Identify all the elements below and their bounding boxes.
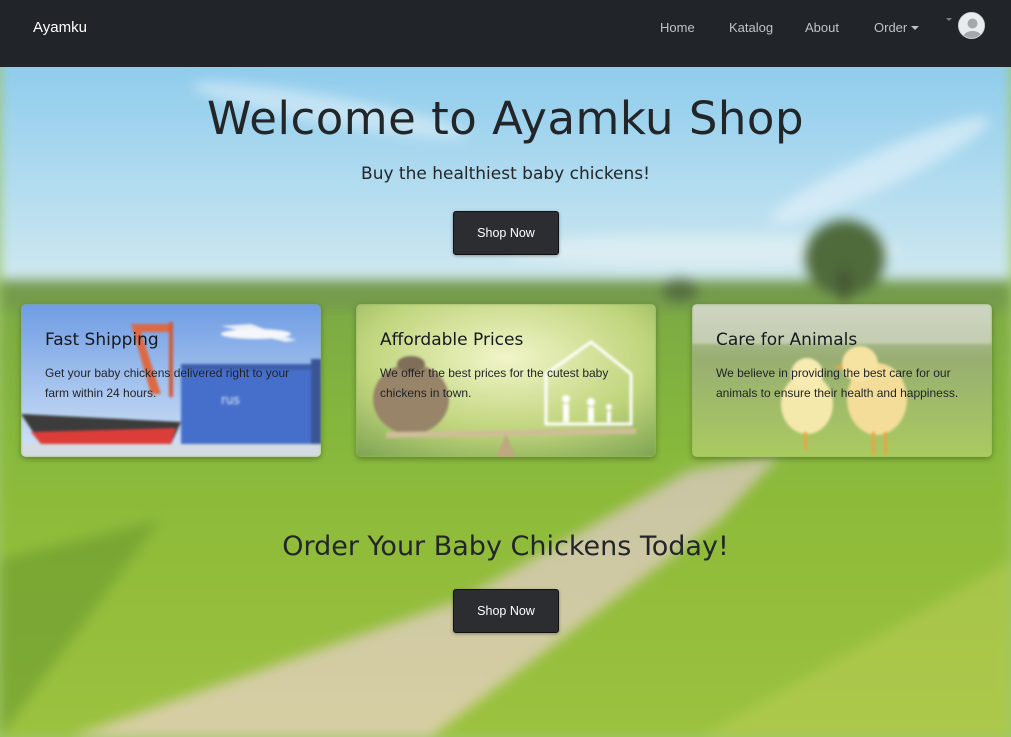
- nav-dropdown-order[interactable]: Order: [874, 20, 920, 35]
- brand-logo[interactable]: Ayamku: [33, 19, 87, 36]
- hero-title: Welcome to Ayamku Shop: [206, 92, 805, 145]
- feature-title: Care for Animals: [716, 330, 858, 350]
- feature-title: Fast Shipping: [45, 330, 159, 350]
- feature-card-care-for-animals: Care for Animals We believe in providing…: [692, 304, 992, 457]
- hero-shop-now-button[interactable]: Shop Now: [453, 211, 559, 255]
- user-menu-toggle[interactable]: [946, 12, 988, 42]
- hero-subtitle: Buy the healthiest baby chickens!: [361, 164, 650, 184]
- nav-link-home[interactable]: Home: [660, 20, 695, 35]
- feature-card-affordable-prices: Affordable Prices We offer the best pric…: [356, 304, 656, 457]
- nav-link-katalog[interactable]: Katalog: [729, 20, 773, 35]
- chevron-down-icon: [911, 26, 920, 30]
- nav-dropdown-order-label: Order: [874, 20, 908, 35]
- feature-text: We offer the best prices for the cutest …: [380, 366, 609, 400]
- cta-shop-now-button[interactable]: Shop Now: [453, 589, 559, 633]
- user-avatar-icon: [958, 12, 985, 39]
- nav-link-about[interactable]: About: [805, 20, 839, 35]
- cta-title: Order Your Baby Chickens Today!: [282, 531, 729, 562]
- chevron-down-icon: [946, 18, 952, 21]
- feature-text: We believe in providing the best care fo…: [716, 366, 959, 400]
- feature-title: Affordable Prices: [380, 330, 524, 350]
- feature-text: Get your baby chickens delivered right t…: [45, 366, 290, 400]
- top-navbar: Ayamku Home Katalog About Order: [0, 0, 1011, 67]
- feature-card-fast-shipping: rus Fast Shipping Get your baby chickens…: [21, 304, 321, 457]
